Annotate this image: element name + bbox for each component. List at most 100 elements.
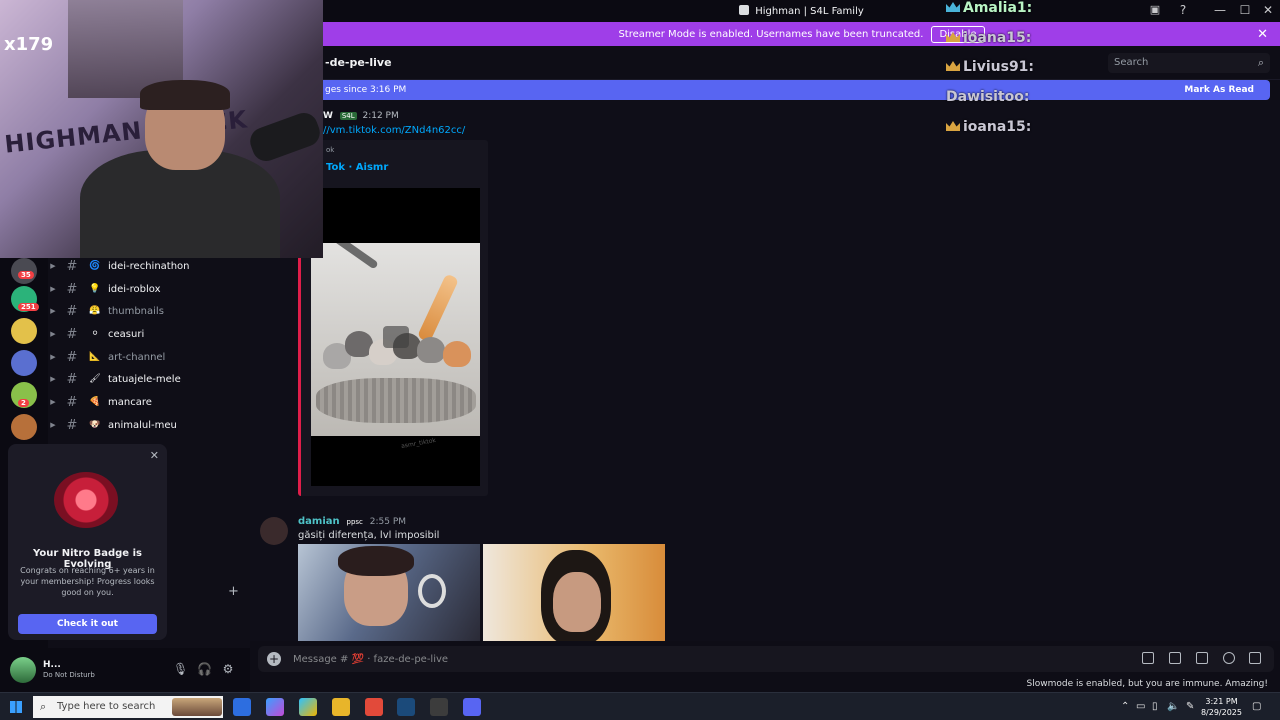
channel-item[interactable]: ▶ # 📐 art-channel [48,347,248,367]
apps-icon[interactable] [1249,652,1261,664]
overlay-chat-line: Amalia1: [946,0,1032,16]
stream-chat-overlay: Amalia1: ioana15: Livius91: Dawisitoo: i… [944,0,1094,140]
emoji-icon[interactable] [1223,652,1235,664]
search-input[interactable]: Search ⌕ [1108,53,1270,73]
app-icon[interactable] [266,698,284,716]
battery-icon[interactable]: ▯ [1152,701,1158,712]
attachment-image[interactable] [298,544,480,641]
channel-label: tatuajele-mele [108,373,181,385]
message-link[interactable]: //vm.tiktok.com/ZNd4n62cc/ [323,125,465,136]
microphone-icon[interactable]: 🎙 [173,662,188,676]
close-window-button[interactable]: ✕ [1260,3,1276,17]
clock-date: 8/29/2025 [1200,708,1242,717]
chevron-right-icon: ▶ [50,307,56,315]
channel-item[interactable]: ▶ # ⚪ ceasuri [48,324,248,344]
channel-item[interactable]: ▶ # 🖌 tatuajele-mele [48,369,248,389]
banner-text: Streamer Mode is enabled. Usernames have… [618,28,924,40]
channel-label: ceasuri [108,328,145,340]
server-icon[interactable] [11,318,37,344]
chevron-right-icon: ▶ [50,398,56,406]
check-it-out-button[interactable]: Check it out [18,614,157,634]
nitro-badge-popup: ✕ Your Nitro Badge is Evolving Congrats … [8,444,167,640]
app-icon[interactable] [299,698,317,716]
channel-label: art-channel [108,351,166,363]
gift-icon[interactable] [1142,652,1154,664]
embed-video[interactable]: asmr_tiktok [311,188,480,486]
app-icon[interactable] [233,698,251,716]
title-bar: Highman | S4L Family ▣ ? — ☐ ✕ [323,0,1280,22]
video-watermark: asmr_tiktok [400,437,437,450]
banner-close-icon[interactable]: ✕ [1257,27,1268,42]
taskbar-clock[interactable]: 3:21 PM 8/29/2025 [1201,696,1242,718]
app-icon[interactable] [430,698,448,716]
network-icon[interactable]: ▭ [1136,701,1145,712]
server-icon[interactable] [11,414,37,440]
task-view-thumbnail[interactable] [172,698,222,716]
app-icon[interactable] [365,698,383,716]
chevron-right-icon: ▶ [50,421,56,429]
overlay-chat-line: ioana15: [946,30,1031,46]
discord-icon[interactable] [463,698,481,716]
avatar[interactable] [10,657,36,683]
inbox-icon[interactable]: ▣ [1147,3,1163,16]
username[interactable]: H... [43,660,61,670]
minimize-button[interactable]: — [1212,3,1228,17]
nitro-badge-icon [54,472,118,528]
overlay-chat-line: Dawisitoo: [946,89,1030,105]
chevron-right-icon: ▶ [50,285,56,293]
pen-icon[interactable]: ✎ [1186,701,1194,712]
add-channel-icon[interactable]: + [228,584,239,599]
avatar[interactable] [260,517,288,545]
windows-start-icon[interactable] [10,701,22,713]
embed-provider: ok [326,146,335,154]
close-icon[interactable]: ✕ [150,449,159,462]
volume-icon[interactable]: 🔈 [1167,701,1179,712]
channel-item[interactable]: ▶ # 🌀 idei-rechinathon [48,256,248,276]
notifications-icon[interactable]: ▢ [1252,701,1261,712]
add-attachment-icon[interactable]: + [267,652,281,666]
screen: Highman | S4L Family ▣ ? — ☐ ✕ Streamer … [0,0,1280,720]
play-icon[interactable] [383,326,409,348]
chevron-up-icon[interactable]: ⌃ [1121,701,1129,712]
channel-label: animalul-meu [108,419,177,431]
hash-icon: # [66,349,78,365]
gif-icon[interactable] [1169,652,1181,664]
channel-item[interactable]: ▶ # 😤 thumbnails [48,301,248,321]
new-messages-bar[interactable]: ges since 3:16 PM Mark As Read [323,80,1270,100]
channel-item[interactable]: ▶ # 🍕 mancare [48,392,248,412]
sticker-icon[interactable] [1196,652,1208,664]
chevron-right-icon: ▶ [50,262,56,270]
hash-icon: # [66,394,78,410]
hash-icon: # [66,303,78,319]
search-icon: ⌕ [1257,56,1264,69]
tiktok-embed: ok Tok · Aismr asmr_tiktok [298,140,488,496]
channel-label: mancare [108,396,152,408]
server-icon[interactable] [11,350,37,376]
channel-item[interactable]: ▶ # 💡 idei-roblox [48,279,248,299]
channel-name: -de-pe-live [325,56,392,69]
overlay-chat-line: ioana15: [946,119,1031,135]
message-author[interactable]: damian [298,516,340,527]
steam-icon[interactable] [397,698,415,716]
attachment-image[interactable] [483,544,665,641]
maximize-button[interactable]: ☐ [1237,3,1253,17]
mark-as-read-button[interactable]: Mark As Read [1184,85,1254,95]
stream-webcam: x179 HIGHMAN X KICK [0,0,323,258]
gear-icon[interactable]: ⚙ [221,662,235,676]
message-author[interactable]: W [323,111,333,121]
unread-badge: 251 [18,303,39,311]
chevron-right-icon: ▶ [50,375,56,383]
streamer-mode-banner: Streamer Mode is enabled. Usernames have… [323,22,1280,46]
embed-title[interactable]: Tok · Aismr [326,162,388,173]
message-time: 2:12 PM [362,111,399,121]
channel-item[interactable]: ▶ # 🐶 animalul-meu [48,415,248,435]
headphones-icon[interactable]: 🎧 [197,662,212,676]
file-explorer-icon[interactable] [332,698,350,716]
message-header: W S4L 2:12 PM [323,111,399,121]
hash-icon: # [66,371,78,387]
discord-logo-icon [739,5,750,15]
message-composer[interactable]: + Message # 💯 · faze-de-pe-live [258,646,1274,672]
message-header: damian ppsc 2:55 PM [298,516,406,527]
help-icon[interactable]: ? [1175,3,1191,17]
window-title: Highman | S4L Family [323,5,1280,17]
